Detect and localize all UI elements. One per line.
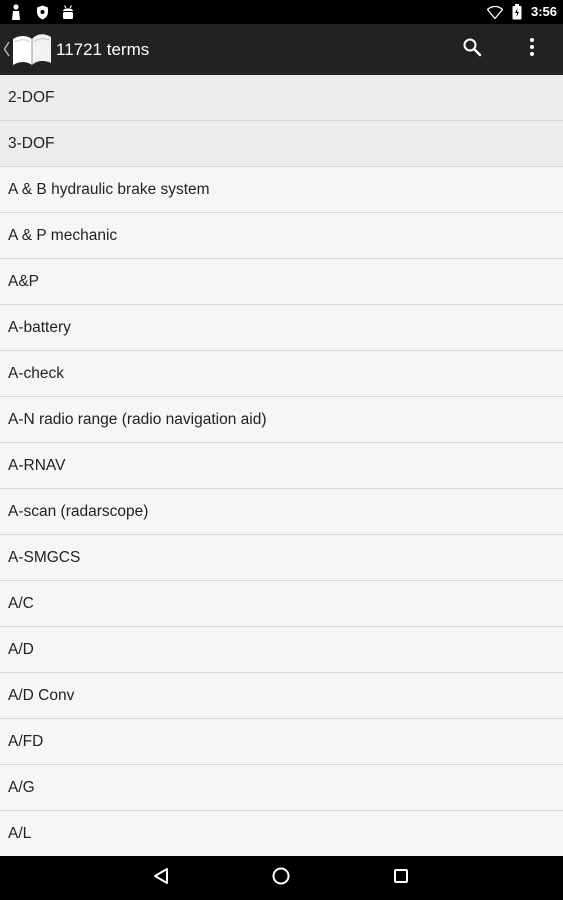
term-list-item[interactable]: A/G	[0, 765, 563, 811]
android-notification-icon	[60, 3, 76, 21]
term-list-item[interactable]: A-RNAV	[0, 443, 563, 489]
open-book-icon	[11, 33, 53, 72]
term-list-item[interactable]: A & B hydraulic brake system	[0, 167, 563, 213]
term-list-item[interactable]: A-battery	[0, 305, 563, 351]
back-icon	[152, 867, 170, 890]
nav-home-button[interactable]	[246, 856, 316, 900]
person-notification-icon	[8, 3, 24, 21]
term-list-item[interactable]: A/L	[0, 811, 563, 856]
overflow-menu-button[interactable]	[508, 24, 556, 75]
term-list-item[interactable]: A/C	[0, 581, 563, 627]
search-icon	[462, 37, 482, 62]
system-status-icons: 3:56	[486, 3, 557, 21]
notification-icons	[8, 3, 76, 21]
navigation-bar	[0, 856, 563, 900]
term-list-item[interactable]: A/D Conv	[0, 673, 563, 719]
status-time: 3:56	[530, 4, 557, 19]
home-icon	[271, 866, 291, 891]
term-list-item[interactable]: A-N radio range (radio navigation aid)	[0, 397, 563, 443]
term-list-item[interactable]: 2-DOF	[0, 75, 563, 121]
term-list-item[interactable]: A&P	[0, 259, 563, 305]
term-list-item[interactable]: 3-DOF	[0, 121, 563, 167]
page-title: 11721 terms	[56, 40, 150, 59]
shield-notification-icon	[34, 3, 50, 21]
term-list-item[interactable]: A/FD	[0, 719, 563, 765]
recents-icon	[393, 868, 409, 889]
term-list-item[interactable]: A/D	[0, 627, 563, 673]
battery-icon	[509, 3, 525, 21]
nav-recents-button[interactable]	[366, 856, 436, 900]
nav-back-button[interactable]	[126, 856, 196, 900]
term-list-item[interactable]: A-SMGCS	[0, 535, 563, 581]
term-list-item[interactable]: A & P mechanic	[0, 213, 563, 259]
action-bar: 11721 terms	[0, 24, 563, 75]
chevron-left-icon	[3, 41, 10, 62]
term-list-item[interactable]: A-check	[0, 351, 563, 397]
terms-list[interactable]: 2-DOF 3-DOF A & B hydraulic brake system A …	[0, 75, 563, 856]
wifi-icon	[486, 3, 503, 21]
status-bar: 3:56	[0, 0, 563, 24]
overflow-menu-icon	[529, 37, 535, 62]
search-button[interactable]	[448, 24, 496, 75]
term-list-item[interactable]: A-scan (radarscope)	[0, 489, 563, 535]
